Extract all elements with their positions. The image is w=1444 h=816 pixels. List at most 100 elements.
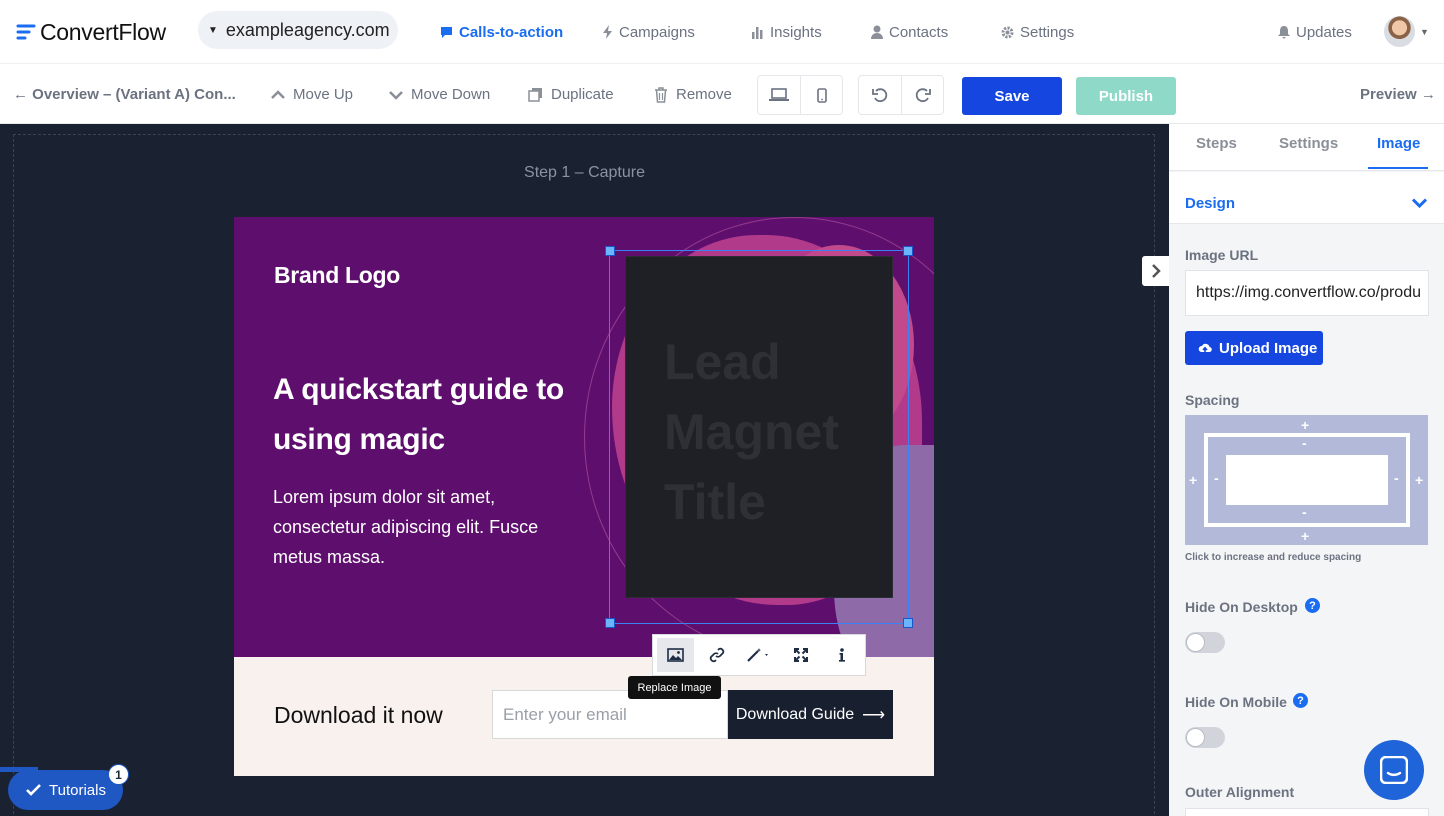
hide-mobile-label: Hide On Mobile [1185,694,1287,710]
convertflow-logo-icon [16,24,36,40]
history-controls [858,75,944,115]
content-box [1226,455,1388,505]
move-down-button[interactable]: Move Down [389,86,490,103]
device-toggle [757,75,843,115]
expand-icon [794,648,809,662]
help-icon[interactable]: ? [1305,598,1320,613]
tooltip: Replace Image [628,676,721,699]
margin-top-increase[interactable]: + [1301,417,1309,433]
publish-button[interactable]: Publish [1076,77,1176,115]
mobile-view-button[interactable] [800,76,842,114]
domain-selector[interactable]: ▼ exampleagency.com [198,11,398,49]
move-up-button[interactable]: Move Up [271,86,353,103]
cta-headline[interactable]: A quickstart guide to using magic [273,365,573,465]
collapse-panel-button[interactable] [1142,256,1169,286]
margin-left-increase[interactable]: + [1189,472,1197,488]
download-heading[interactable]: Download it now [274,702,443,729]
nav-label: Insights [770,23,822,41]
cta-body-text[interactable]: Lorem ipsum dolor sit amet, consectetur … [273,482,573,572]
app-name: ConvertFlow [40,18,166,45]
nav-campaigns[interactable]: Campaigns [602,22,695,42]
replace-image-button[interactable] [657,638,695,672]
effects-dropdown[interactable] [739,638,778,672]
padding-left-decrease[interactable]: - [1214,470,1219,486]
image-selection-box [605,246,913,628]
image-url-label: Image URL [1185,247,1259,263]
help-icon[interactable]: ? [1293,693,1308,708]
app-logo[interactable]: ConvertFlow [16,18,166,46]
mobile-icon [816,87,827,103]
chevron-down-icon: ▼ [208,24,218,36]
preview-link[interactable]: Preview → [1360,86,1436,103]
upload-image-button[interactable]: Upload Image [1185,331,1323,365]
desktop-view-button[interactable] [758,76,800,114]
active-tab-indicator [1368,167,1428,169]
tab-steps[interactable]: Steps [1196,135,1237,152]
outer-alignment-select[interactable] [1185,808,1429,816]
breadcrumb[interactable]: ← Overview – (Variant A) Con... [13,86,236,103]
resize-handle[interactable] [903,246,913,256]
settings-panel: Steps Settings Image Design Image URL ht… [1169,124,1444,816]
undo-button[interactable] [859,76,901,114]
info-button[interactable] [824,638,861,672]
nav-insights[interactable]: Insights [751,22,822,42]
image-icon [667,648,684,662]
spacing-label: Spacing [1185,392,1240,408]
chat-widget-button[interactable] [1364,740,1424,800]
tutorials-button[interactable]: Tutorials [8,770,123,810]
chat-icon [441,26,452,38]
trash-icon [655,86,667,103]
design-section-header[interactable]: Design [1169,172,1444,224]
image-toolbar [652,634,866,676]
nav-updates[interactable]: Updates [1278,22,1352,42]
remove-label: Remove [676,86,732,103]
spacing-hint: Click to increase and reduce spacing [1185,552,1362,563]
padding-top-decrease[interactable]: - [1302,435,1307,451]
hide-mobile-toggle[interactable] [1185,727,1225,748]
hide-desktop-label: Hide On Desktop [1185,599,1298,615]
cta-hero-section[interactable]: Brand Logo A quickstart guide to using m… [234,217,934,657]
cloud-upload-icon [1198,343,1212,353]
nav-label: Campaigns [619,23,695,41]
remove-button[interactable]: Remove [654,86,732,103]
image-url-input[interactable]: https://img.convertflow.co/produ [1185,270,1429,316]
resize-handle[interactable] [605,618,615,628]
margin-bottom-increase[interactable]: + [1301,528,1309,544]
padding-right-decrease[interactable]: - [1394,470,1399,486]
info-icon [839,648,846,662]
download-guide-button[interactable]: Download Guide ⟶ [728,690,893,739]
fullscreen-button[interactable] [783,638,820,672]
move-up-label: Move Up [293,86,354,103]
nav-settings[interactable]: Settings [1001,22,1074,42]
redo-button[interactable] [901,76,943,114]
hide-desktop-toggle[interactable] [1185,632,1225,653]
tab-image[interactable]: Image [1377,135,1420,152]
chevron-down-icon [389,90,403,100]
brand-logo[interactable]: Brand Logo [274,262,400,289]
download-button-label: Download Guide [735,705,855,723]
padding-bottom-decrease[interactable]: - [1302,504,1307,520]
spacing-editor: + - + - + - + - [1185,415,1428,545]
nav-calls-to-action[interactable]: Calls-to-action [440,22,563,42]
copy-icon [528,88,542,102]
cta-preview[interactable]: Brand Logo A quickstart guide to using m… [234,217,934,776]
domain-value: exampleagency.com [225,19,390,40]
save-button[interactable]: Save [962,77,1062,115]
tab-settings[interactable]: Settings [1279,135,1338,152]
user-avatar[interactable] [1384,16,1415,47]
nav-contacts[interactable]: Contacts [871,22,948,42]
nav-label: Calls-to-action [459,23,564,41]
chevron-down-icon[interactable]: ▼ [1420,27,1429,37]
tutorials-label: Tutorials [49,781,106,799]
duplicate-button[interactable]: Duplicate [528,86,614,103]
resize-handle[interactable] [605,246,615,256]
resize-handle[interactable] [903,618,913,628]
nav-label: Updates [1296,23,1352,41]
link-icon [709,647,724,663]
margin-right-increase[interactable]: + [1415,472,1423,488]
top-navigation: ConvertFlow ▼ exampleagency.com Calls-to… [0,0,1444,64]
editor-toolbar: ← Overview – (Variant A) Con... Move Up … [0,64,1444,124]
upload-label: Upload Image [1219,339,1318,357]
editor-canvas: Step 1 – Capture Brand Logo A quickstart… [0,124,1169,816]
link-button[interactable] [698,638,735,672]
